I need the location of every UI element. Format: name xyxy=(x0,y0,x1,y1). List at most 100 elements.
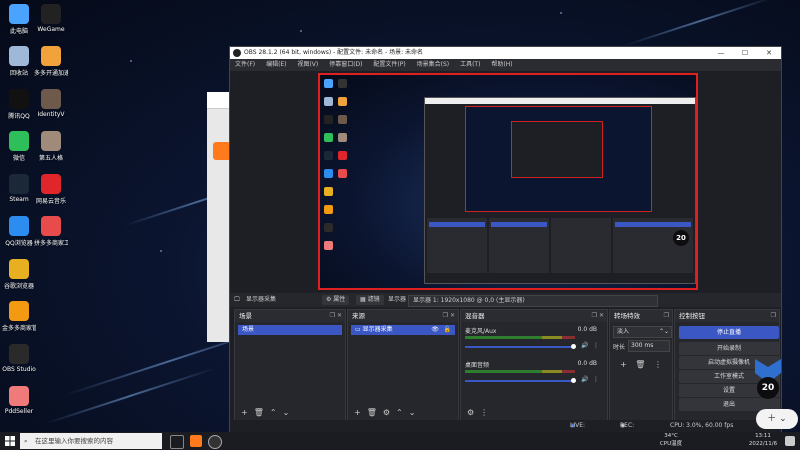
floating-toolbar[interactable]: ＋ ⌄ xyxy=(756,409,798,429)
desktop-icon[interactable]: 谷歌浏览器 xyxy=(2,259,36,290)
more-options-icon[interactable]: ⋮ xyxy=(593,342,599,349)
menu-help[interactable]: 帮助(H) xyxy=(491,61,512,68)
stop-streaming-button[interactable]: 停止直播 xyxy=(679,326,779,339)
display-select[interactable]: 显示器 1: 1920x1080 @ 0,0 (主显示器) xyxy=(408,295,658,307)
desktop-icon[interactable]: 第五人格 xyxy=(34,131,68,162)
move-up-button[interactable]: ⌃ xyxy=(270,406,277,420)
more-options-icon[interactable]: ⋮ xyxy=(593,376,599,383)
start-recording-button[interactable]: 开始录制 xyxy=(679,342,779,355)
speaker-icon[interactable]: 🔊 xyxy=(581,376,588,383)
app-icon xyxy=(41,216,61,236)
taskbar-search-input[interactable]: ⌕ 在这里输入你要搜索的内容 xyxy=(20,433,162,449)
dock-controls-icon[interactable]: ❐ xyxy=(664,310,669,322)
menu-scene-collection[interactable]: 场景集合(S) xyxy=(417,61,450,68)
obs-taskbar-icon[interactable] xyxy=(208,435,222,449)
desktop-icon[interactable]: 回收站 xyxy=(2,46,36,77)
volume-slider[interactable] xyxy=(465,346,573,348)
volume-slider[interactable] xyxy=(465,380,573,382)
app-icon xyxy=(9,216,29,236)
channel-db: 0.0 dB xyxy=(577,326,597,333)
audio-meter xyxy=(465,370,575,373)
add-source-button[interactable]: + xyxy=(354,406,361,420)
desktop-icon[interactable]: IdentityV xyxy=(34,89,68,118)
source-item[interactable]: ▭ 显示器采集 👁 🔓 xyxy=(351,325,455,335)
desktop-icon[interactable]: WeGame xyxy=(34,4,68,33)
add-transition-button[interactable]: + xyxy=(620,360,627,369)
mixer-channel-mic: 麦克风/Aux 0.0 dB 🔊 ⋮ xyxy=(465,326,601,356)
lock-icon[interactable]: 🔓 xyxy=(444,325,451,335)
app-icon xyxy=(41,4,61,24)
task-view-icon[interactable] xyxy=(170,435,184,449)
desktop-icon[interactable]: 腾讯QQ xyxy=(2,89,36,120)
remove-scene-button[interactable]: 🗑 xyxy=(254,406,264,420)
desktop-icon[interactable]: Steam xyxy=(2,174,36,203)
transition-select[interactable]: 淡入 ⌃⌄ xyxy=(613,326,672,338)
menu-edit[interactable]: 编辑(E) xyxy=(266,61,286,68)
dock-controls-icon[interactable]: ❐ ✕ xyxy=(330,310,342,322)
display-label: 显示器 xyxy=(388,296,407,303)
volume-knob[interactable] xyxy=(571,344,576,349)
transition-menu-button[interactable]: ⋮ xyxy=(654,360,662,369)
clock[interactable]: 13:11 2022/11/6 xyxy=(748,432,778,448)
properties-button[interactable]: ⚙ 属性 xyxy=(322,295,350,305)
remove-source-button[interactable]: 🗑 xyxy=(367,406,377,420)
desktop-icon[interactable]: 此电脑 xyxy=(2,4,36,35)
desktop-icon-label: 第五人格 xyxy=(38,155,63,162)
speaker-icon[interactable]: 🔊 xyxy=(581,342,588,349)
mixer-settings-button[interactable]: ⚙ xyxy=(467,406,474,420)
preview-canvas[interactable]: 20 xyxy=(318,73,698,290)
desktop-icon[interactable]: 多多开通加速器 xyxy=(34,46,68,77)
add-scene-button[interactable]: + xyxy=(241,406,248,420)
menu-docks[interactable]: 停靠窗口(D) xyxy=(329,61,362,68)
close-button[interactable]: ✕ xyxy=(757,47,781,59)
overlay-badge-mini: 20 xyxy=(673,230,689,246)
desktop-icon[interactable]: 网易云音乐 xyxy=(34,174,68,205)
streaming-overlay-widget[interactable]: 20 xyxy=(753,355,783,405)
scene-item[interactable]: 场景 xyxy=(238,325,342,335)
menu-file[interactable]: 文件(F) xyxy=(235,61,255,68)
desktop-icon[interactable]: QQ浏览器 xyxy=(2,216,36,247)
windows-start-icon[interactable] xyxy=(5,436,15,446)
app-icon xyxy=(9,344,29,364)
menu-tools[interactable]: 工具(T) xyxy=(460,61,480,68)
visibility-eye-icon[interactable]: 👁 xyxy=(431,325,439,335)
dock-controls-icon[interactable]: ❐ xyxy=(771,310,776,322)
desktop-icon-label: 金多多商家管理 xyxy=(2,325,36,332)
dock-controls-icon[interactable]: ❐ ✕ xyxy=(443,310,455,322)
transitions-title: 转场特效 xyxy=(614,312,640,320)
menu-bar: 文件(F) 编辑(E) 视图(V) 停靠窗口(D) 配置文件(P) 场景集合(S… xyxy=(230,59,781,71)
filters-button[interactable]: ▦ 滤镜 xyxy=(356,295,384,305)
desktop-icon[interactable]: PddSeller xyxy=(2,386,36,415)
mixer-menu-button[interactable]: ⋮ xyxy=(480,406,488,420)
duration-input[interactable]: 300 ms xyxy=(628,340,670,352)
minimize-button[interactable]: — xyxy=(709,47,733,59)
taskbar-app-icon[interactable] xyxy=(190,435,202,447)
desktop-icon[interactable]: 金多多商家管理 xyxy=(2,301,36,332)
remove-transition-button[interactable]: 🗑 xyxy=(635,360,645,369)
move-down-button[interactable]: ⌄ xyxy=(409,406,416,420)
app-icon xyxy=(9,259,29,279)
weather-widget[interactable]: 34°C CPU温度 xyxy=(656,432,686,448)
desktop-icon-label: 拼多多商家工作台 xyxy=(34,240,68,247)
volume-knob[interactable] xyxy=(571,378,576,383)
taskbar: ⌕ 在这里输入你要搜索的内容 34°C CPU温度 13:11 2022/11/6 xyxy=(0,432,800,450)
obs-window[interactable]: OBS 28.1.2 (64 bit, windows) - 配置文件: 未命名… xyxy=(229,46,782,441)
desktop-icon-label: 此电脑 xyxy=(9,28,28,35)
mixer-channel-desktop: 桌面音频 0.0 dB 🔊 ⋮ xyxy=(465,360,601,390)
desktop-icon[interactable]: OBS Studio xyxy=(2,344,36,373)
desktop-icon[interactable]: 微信 xyxy=(2,131,36,162)
desktop-icon-label: 谷歌浏览器 xyxy=(3,283,34,290)
desktop-icon[interactable]: 拼多多商家工作台 xyxy=(34,216,68,247)
chevron-down-icon: ⌄ xyxy=(779,414,787,424)
maximize-button[interactable]: ☐ xyxy=(733,47,757,59)
menu-view[interactable]: 视图(V) xyxy=(297,61,318,68)
app-icon xyxy=(9,174,29,194)
notification-icon[interactable] xyxy=(785,436,795,446)
menu-profile[interactable]: 配置文件(P) xyxy=(373,61,405,68)
dock-controls-icon[interactable]: ❐ ✕ xyxy=(592,310,604,322)
audio-meter xyxy=(465,336,575,339)
move-down-button[interactable]: ⌄ xyxy=(283,406,290,420)
source-settings-button[interactable]: ⚙ xyxy=(383,406,390,420)
source-toolbar: 🖵 显示器采集 ⚙ 属性 ▦ 滤镜 显示器 显示器 1: 1920x1080 @… xyxy=(230,293,781,307)
move-up-button[interactable]: ⌃ xyxy=(396,406,403,420)
